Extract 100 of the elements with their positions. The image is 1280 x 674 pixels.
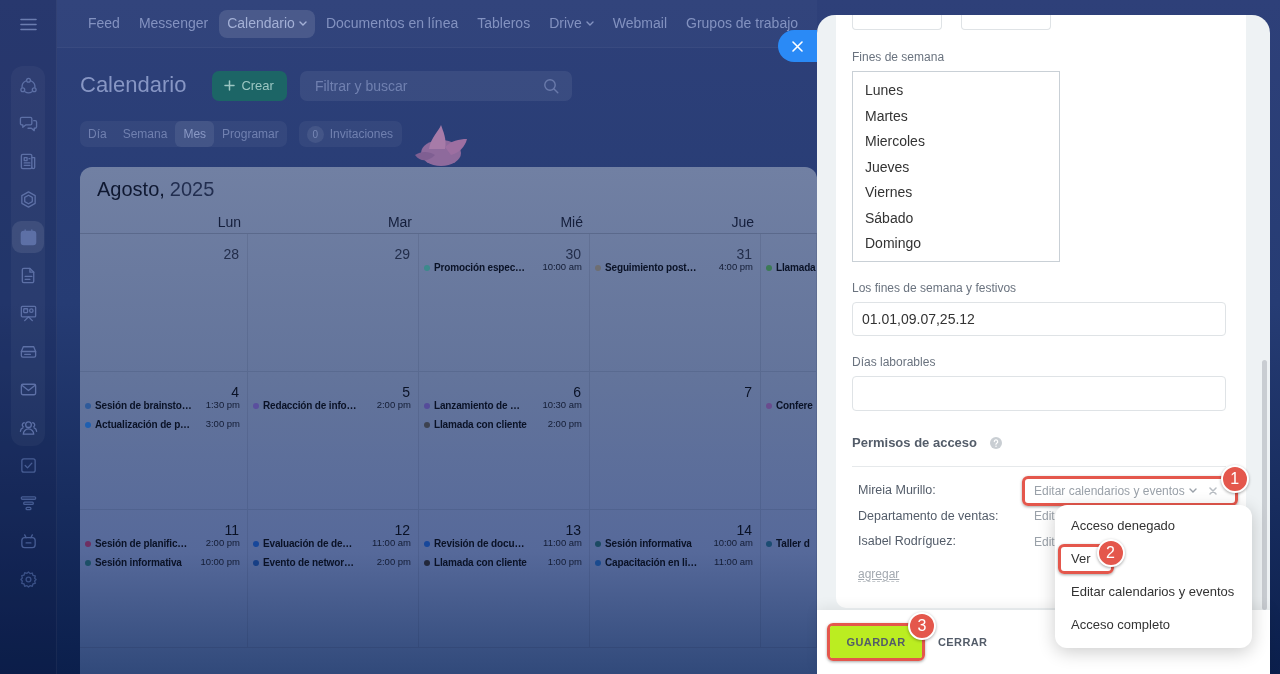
event-time: 2:00 pm	[375, 555, 411, 570]
person-name: Mireia Murillo:	[858, 482, 937, 500]
event-time: 3:00 pm	[204, 417, 240, 432]
holidays-field[interactable]: 01.01,09.07,25.12	[852, 302, 1226, 336]
view-tab[interactable]: Día	[80, 121, 115, 147]
event-time: 2:00 pm	[375, 398, 411, 413]
listbox-option[interactable]: Sábado	[853, 205, 1059, 231]
listbox-option[interactable]: Jueves	[853, 154, 1059, 180]
day-number: 7	[744, 384, 752, 400]
event-time: 1:00 pm	[546, 555, 582, 570]
weekday-listbox[interactable]: Lunes Martes Miercoles Jueves Viernes Sábado Domingo	[852, 71, 1060, 262]
event-time: 11:00 am	[542, 536, 582, 551]
nav-tab[interactable]: Drive	[541, 9, 602, 38]
checkbox-icon	[18, 455, 38, 475]
event-title[interactable]: Redacción de info…	[263, 398, 357, 413]
menu-button[interactable]	[19, 17, 37, 31]
menu-item[interactable]: Acceso denegado	[1071, 515, 1176, 536]
nav-tab[interactable]: Messenger	[130, 9, 217, 38]
listbox-option[interactable]: Martes	[853, 103, 1059, 129]
caret-icon	[585, 21, 594, 26]
access-select[interactable]: Edit	[1022, 529, 1055, 554]
remove-icon	[1208, 486, 1217, 495]
event-time: 2:00 pm	[204, 536, 240, 551]
weekday-label: Lun	[217, 214, 241, 230]
day-number: 6	[573, 384, 581, 400]
close-button[interactable]	[778, 30, 817, 62]
scrollbar-thumb[interactable]	[1262, 360, 1267, 610]
nav-tab[interactable]: Calendario	[219, 9, 315, 38]
day-number: 31	[736, 246, 752, 262]
add-link[interactable]: agregar	[858, 566, 900, 582]
time-select-field[interactable]	[961, 15, 1051, 30]
event-title[interactable]: Evento de networ…	[263, 555, 354, 570]
workdays-field[interactable]	[852, 376, 1226, 411]
event-title[interactable]: Lanzamiento de …	[434, 398, 520, 413]
menu-item[interactable]: Ver	[1071, 548, 1091, 569]
access-select[interactable]: Edit	[1022, 504, 1055, 529]
close-icon	[792, 40, 803, 52]
menu-item[interactable]: Acceso completo	[1071, 614, 1170, 635]
gear-icon	[18, 569, 38, 589]
access-select[interactable]: Editar calendarios y eventos	[1025, 478, 1219, 503]
view-tab[interactable]: Semana	[114, 121, 176, 147]
event-time: 10:30 am	[541, 398, 582, 413]
nav-tab[interactable]: Webmail	[604, 9, 675, 38]
event-title[interactable]: Sesión de brainsto…	[95, 398, 192, 413]
day-number: 29	[394, 246, 410, 262]
create-button[interactable]: Crear	[212, 70, 287, 101]
view-tab[interactable]: Mes	[175, 121, 215, 147]
weekday-label: Mié	[560, 214, 583, 230]
event-title[interactable]: Sesión informativa	[95, 555, 182, 570]
field-label: Fines de semana	[852, 50, 946, 64]
event-title[interactable]: Seguimiento post…	[605, 260, 697, 275]
event-title[interactable]: Promoción espec…	[434, 260, 525, 275]
listbox-option[interactable]: Domingo	[853, 231, 1059, 257]
close-text-button[interactable]: CERRAR	[938, 633, 988, 651]
step-number: 3	[908, 612, 936, 640]
sidebar-button[interactable]	[12, 221, 44, 253]
day-number: 30	[565, 246, 581, 262]
help-icon	[990, 437, 1003, 449]
person-name: Departamento de ventas:	[858, 507, 1000, 525]
event-title[interactable]: Capacitación en li…	[605, 555, 698, 570]
nav-tab[interactable]: Documentos en línea	[317, 9, 467, 38]
menu-item[interactable]: Editar calendarios y eventos	[1071, 581, 1235, 602]
event-title[interactable]: Llamada con cliente	[434, 555, 527, 570]
network-icon	[18, 75, 38, 95]
nav-tab[interactable]: Tableros	[469, 9, 539, 38]
listbox-option[interactable]: Miercoles	[853, 129, 1059, 155]
flower-drawing	[413, 123, 469, 167]
event-time: 10:00 pm	[199, 555, 240, 570]
event-title[interactable]: Revisión de docu…	[434, 536, 525, 551]
event-title[interactable]: Confere	[776, 398, 813, 413]
event-title[interactable]: Actualización de p…	[95, 417, 190, 432]
listbox-option[interactable]: Viernes	[853, 180, 1059, 206]
event-title[interactable]: Evaluación de de…	[263, 536, 353, 551]
caret-icon	[1188, 488, 1197, 494]
caret-icon	[298, 21, 307, 26]
event-title[interactable]: Llamada con cliente	[434, 417, 527, 432]
year-title: 2025	[169, 177, 215, 202]
nav-tab[interactable]: Feed	[80, 9, 128, 38]
listbox-option[interactable]: Lunes	[853, 78, 1059, 104]
event-title[interactable]: Sesión informativa	[605, 536, 692, 551]
view-tab[interactable]: Programar	[214, 121, 287, 147]
event-time: 2:00 pm	[546, 417, 582, 432]
event-time: 11:00 am	[713, 555, 753, 570]
page-title: Calendario	[80, 72, 187, 99]
day-number: 14	[736, 522, 752, 538]
plus-icon	[224, 80, 236, 91]
hexagon-icon	[18, 189, 38, 209]
event-time: 11:00 am	[371, 536, 411, 551]
time-select-field[interactable]	[852, 15, 942, 30]
robot-icon	[18, 531, 38, 551]
section-title: Permisos de acceso	[852, 435, 978, 451]
nav-tab[interactable]: Grupos de trabajo	[678, 9, 807, 38]
day-number: 4	[231, 384, 239, 400]
event-title[interactable]: Sesión de planific…	[95, 536, 188, 551]
weekday-label: Jue	[731, 214, 754, 230]
menu-icon	[19, 17, 37, 31]
event-title[interactable]: Llamada	[776, 260, 816, 275]
funnel-icon	[18, 493, 38, 513]
event-title[interactable]: Taller d	[776, 536, 810, 551]
day-number: 12	[394, 522, 410, 538]
